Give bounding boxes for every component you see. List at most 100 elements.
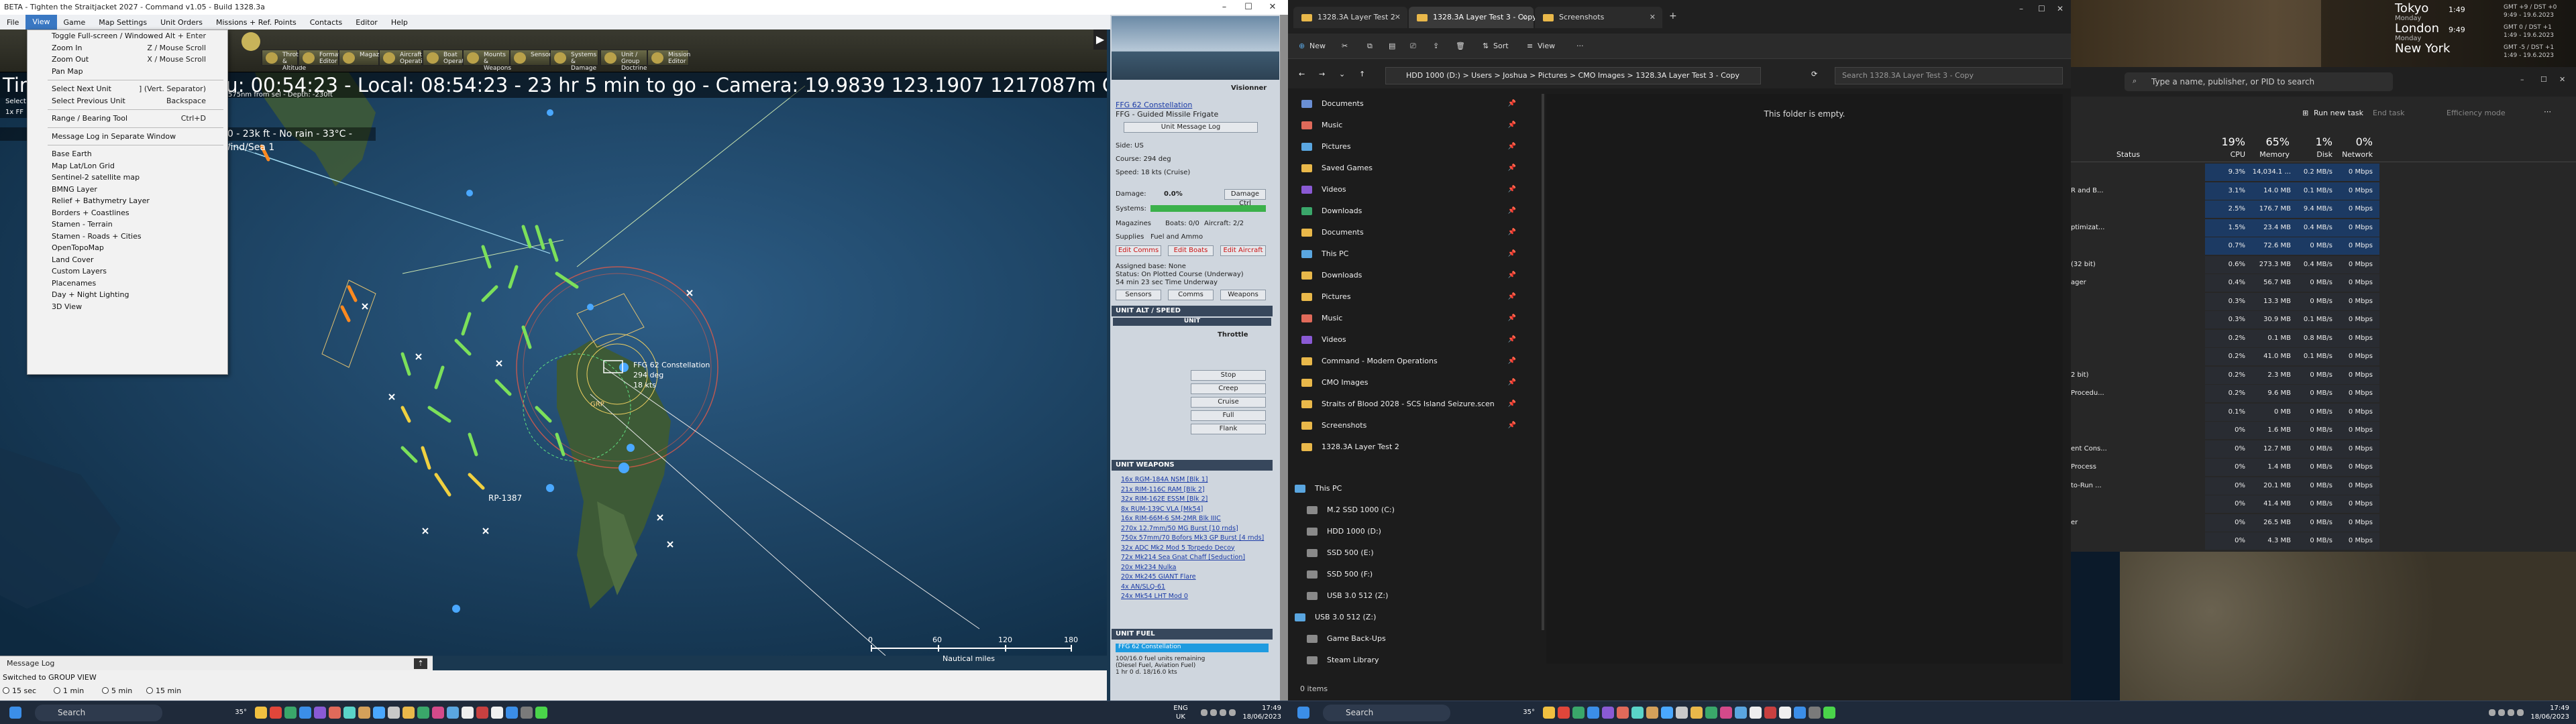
gear-icon[interactable] [241, 32, 260, 51]
view-menu-item[interactable]: Custom Layers [28, 265, 227, 278]
view-menu-item[interactable]: Range / Bearing Tool Ctrl+D [28, 113, 227, 125]
damage-control-button[interactable]: Damage Ctrl [1224, 189, 1266, 207]
time-compression-option[interactable]: 15 min [146, 686, 181, 695]
app-icon[interactable] [1764, 707, 1776, 719]
app-icon[interactable] [1690, 707, 1703, 719]
tray-icon[interactable] [1220, 709, 1226, 716]
fuel-header[interactable]: UNIT FUEL [1112, 629, 1273, 640]
taskbar-clock[interactable]: 17:49 18/06/2023 [1241, 704, 1281, 721]
toolbar-button-2[interactable]: Magazines [339, 50, 392, 66]
weapon-item[interactable]: 32x RIM-162E ESSM [Blk 2] [1121, 495, 1208, 503]
nav-item[interactable]: Downloads 📌 [1301, 265, 1529, 286]
nav-item[interactable]: Documents 📌 [1301, 94, 1529, 114]
app-icon[interactable] [462, 707, 474, 719]
weapon-item[interactable]: 20x Mk245 GIANT Flare [1121, 573, 1196, 581]
toolbar-button-1[interactable]: Formation Editor [299, 50, 350, 66]
tree-item[interactable]: SSD 500 (F:) [1307, 564, 1508, 585]
app-icon[interactable] [1572, 707, 1585, 719]
app-icon[interactable] [1705, 707, 1717, 719]
process-row[interactable]: ent Cons... 0% 12.7 MB 0 MB/s 0 Mbps [2071, 440, 2576, 458]
pin-icon[interactable]: 📌 [1488, 308, 1516, 328]
nav-item[interactable]: Straits of Blood 2028 - SCS Island Seizu… [1301, 394, 1529, 414]
throttle-creep-button[interactable]: Creep [1191, 383, 1266, 394]
view-menu-item[interactable]: Placenames [28, 278, 227, 290]
status-column-header[interactable]: Status [2116, 150, 2140, 159]
view-menu-item[interactable]: Zoom Out X / Mouse Scroll [28, 54, 227, 66]
app-icon[interactable] [491, 707, 503, 719]
process-row[interactable]: er 0% 26.5 MB 0 MB/s 0 Mbps [2071, 514, 2576, 532]
app-icon[interactable] [1646, 707, 1658, 719]
minimize-icon[interactable]: – [1213, 0, 1236, 15]
menu-item-map-settings[interactable]: Map Settings [92, 18, 154, 27]
throttle-flank-button[interactable]: Flank [1191, 424, 1266, 434]
toolbar-button-5[interactable]: Mounts & Weapons [463, 50, 511, 72]
weapon-item[interactable]: 270x 12.7mm/50 MG Burst [10 rnds] [1121, 525, 1238, 532]
menu-item-help[interactable]: Help [384, 18, 415, 27]
pin-icon[interactable]: 📌 [1488, 115, 1516, 135]
end-task-button[interactable]: End task [2373, 109, 2405, 117]
minimize-icon[interactable]: – [2520, 75, 2524, 84]
folder-content[interactable]: This folder is empty. [1546, 94, 2063, 664]
pin-icon[interactable]: 📌 [1488, 94, 1516, 114]
process-row[interactable]: 0.3% 13.3 MB 0 MB/s 0 Mbps [2071, 292, 2576, 310]
app-icon[interactable] [1720, 707, 1732, 719]
close-icon[interactable]: ✕ [1650, 7, 1656, 28]
new-button[interactable]: New [1309, 42, 1326, 50]
rename-icon[interactable]: ⎚ [1410, 42, 1416, 51]
expand-icon[interactable]: ⇡ [414, 658, 427, 669]
maximize-icon[interactable]: ☐ [2540, 75, 2547, 84]
tray-icon[interactable] [2517, 709, 2524, 716]
search-input[interactable]: Search 1328.3A Layer Test 3 - Copy [1835, 67, 2063, 84]
process-row[interactable]: 2.5% 176.7 MB 9.4 MB/s 0 Mbps [2071, 200, 2576, 218]
pin-icon[interactable]: 📌 [1488, 265, 1516, 286]
toolbar-button-4[interactable]: Boat Operations [423, 50, 476, 66]
app-icon[interactable] [270, 707, 282, 719]
toolbar-button-9[interactable]: Mission Editor [647, 50, 690, 66]
tab-layer-test-3-copy[interactable]: 1328.3A Layer Test 3 - Copy ✕ [1409, 7, 1537, 28]
weapon-item[interactable]: 750x 57mm/70 Bofors Mk3 GP Burst [4 rnds… [1121, 534, 1264, 542]
tree-item[interactable]: SSD 500 (E:) [1307, 543, 1508, 563]
pin-icon[interactable]: 📌 [1488, 330, 1516, 350]
throttle-cruise-button[interactable]: Cruise [1191, 397, 1266, 408]
weapon-item[interactable]: 32x ADC Mk2 Mod 5 Torpedo Decoy [1121, 544, 1235, 552]
comms-button[interactable]: Comms [1168, 290, 1214, 300]
app-icon[interactable] [1750, 707, 1762, 719]
minimize-icon[interactable]: – [2019, 4, 2023, 13]
app-icon[interactable] [417, 707, 429, 719]
process-row[interactable]: 0% 4.3 MB 0 MB/s 0 Mbps [2071, 532, 2576, 550]
tree-item[interactable]: HDD 1000 (D:) [1307, 522, 1508, 542]
process-row[interactable]: 2 bit) 0.2% 2.3 MB 0 MB/s 0 Mbps [2071, 366, 2576, 384]
app-icon[interactable] [1661, 707, 1673, 719]
weapon-item[interactable]: 8x RUM-139C VLA [Mk54] [1121, 505, 1203, 513]
weapon-item[interactable]: 24x Mk54 LHT Mod 0 [1121, 593, 1188, 600]
run-new-task-button[interactable]: Run new task [2314, 109, 2363, 117]
tray-icon[interactable] [1210, 709, 1217, 716]
play-icon[interactable]: ▶ [1093, 29, 1107, 50]
pin-icon[interactable]: 📌 [1488, 201, 1516, 221]
edit-aircraft-button[interactable]: Edit Aircraft [1220, 245, 1266, 256]
tree-item[interactable]: M.2 SSD 1000 (C:) [1307, 500, 1508, 520]
alt-speed-header[interactable]: UNIT ALT / SPEED [1112, 306, 1273, 316]
tree-item[interactable]: Steam Library [1307, 650, 1508, 670]
app-icon[interactable] [343, 707, 356, 719]
app-icon[interactable] [432, 707, 444, 719]
paste-icon[interactable]: ▤ [1389, 42, 1395, 50]
menu-item-contacts[interactable]: Contacts [303, 18, 350, 27]
menu-item-editor[interactable]: Editor [349, 18, 384, 27]
chevron-down-icon[interactable]: ⌄ [1339, 70, 1345, 78]
view-menu-item[interactable]: Relief + Bathymetry Layer [28, 195, 227, 207]
nav-item[interactable]: Command - Modern Operations 📌 [1301, 351, 1529, 371]
tree-item[interactable]: This PC [1295, 479, 1496, 499]
language-indicator[interactable]: ENG UK [1169, 704, 1193, 721]
view-menu-item[interactable]: Zoom In Z / Mouse Scroll [28, 42, 227, 54]
view-menu-item[interactable]: OpenTopoMap [28, 242, 227, 254]
weapon-item[interactable]: 16x RGM-184A NSM [Blk 1] [1121, 476, 1208, 483]
app-icon[interactable] [506, 707, 518, 719]
nav-item[interactable]: Saved Games 📌 [1301, 158, 1529, 178]
time-compression-option[interactable]: 15 sec [3, 686, 36, 695]
memory-column-header[interactable]: Memory [2256, 150, 2290, 159]
tab-layer-test-2[interactable]: 1328.3A Layer Test 2 ✕ [1293, 7, 1407, 28]
app-icon[interactable] [1735, 707, 1747, 719]
app-icon[interactable] [1587, 707, 1599, 719]
throttle-full-button[interactable]: Full [1191, 410, 1266, 421]
